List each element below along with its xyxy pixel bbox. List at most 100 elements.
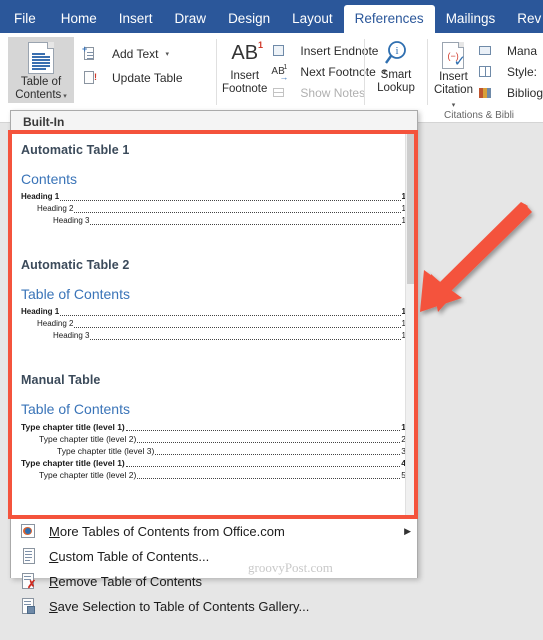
add-text-icon: + bbox=[82, 44, 98, 63]
add-text-label: Add Text bbox=[112, 46, 159, 61]
gallery-item-spacer bbox=[19, 352, 408, 370]
gallery-item[interactable]: Automatic Table 1 Contents Heading 1 1 Headi… bbox=[19, 140, 408, 233]
toc-row-text: Type chapter title (level 1) bbox=[21, 422, 125, 432]
table-of-contents-icon bbox=[28, 42, 54, 74]
citation-style-button[interactable]: Style: bbox=[478, 61, 543, 82]
toc-preview-row: Type chapter title (level 3) 3 bbox=[21, 445, 406, 457]
chevron-down-icon[interactable]: ▾ bbox=[61, 93, 67, 100]
toc-row-leader bbox=[90, 217, 401, 225]
menu-item-label: Remove Table of Contents bbox=[49, 574, 202, 589]
remove-toc-icon: ✗ bbox=[19, 572, 39, 592]
toc-row-leader bbox=[137, 471, 401, 479]
insert-citation-label-line1: Insert bbox=[439, 71, 468, 83]
citation-style-label: Style: bbox=[506, 64, 537, 79]
toc-preview-row: Type chapter title (level 1) 4 bbox=[21, 457, 406, 469]
svg-text:i: i bbox=[395, 45, 398, 57]
smart-lookup-icon: i bbox=[385, 41, 406, 64]
insert-citation-button[interactable]: (−) ✓ Insert Citation ▾ bbox=[432, 37, 475, 112]
bibliography-label: Bibliog bbox=[506, 85, 543, 100]
menu-item-label: Save Selection to Table of Contents Gall… bbox=[49, 599, 310, 614]
gallery-item-title: Automatic Table 2 bbox=[21, 258, 130, 272]
menu-item-remove-toc[interactable]: ✗ Remove Table of Contents bbox=[11, 569, 417, 594]
insert-footnote-label-line1: Insert bbox=[230, 70, 260, 82]
toc-preview-heading: Table of Contents bbox=[21, 286, 130, 302]
tab-draw[interactable]: Draw bbox=[164, 5, 218, 33]
chevron-right-icon: ▶ bbox=[404, 526, 411, 536]
tab-design[interactable]: Design bbox=[217, 5, 281, 33]
chevron-down-icon[interactable]: ▾ bbox=[452, 102, 456, 109]
word-window: File Home Insert Draw Design Layout Refe… bbox=[0, 0, 543, 640]
manage-sources-label: Mana bbox=[506, 43, 537, 58]
menu-item-save-toc[interactable]: Save Selection to Table of Contents Gall… bbox=[11, 594, 417, 619]
tab-insert[interactable]: Insert bbox=[108, 5, 164, 33]
tab-references[interactable]: References bbox=[343, 5, 435, 33]
add-text-button[interactable]: + Add Text ▾ bbox=[82, 43, 183, 64]
tab-review[interactable]: Rev bbox=[506, 5, 543, 33]
insert-endnote-icon bbox=[271, 43, 286, 58]
gallery-scrollbar-thumb[interactable] bbox=[407, 134, 417, 284]
toc-row-leader bbox=[90, 332, 401, 340]
toc-preview-row: Heading 11 bbox=[21, 191, 406, 203]
save-toc-icon bbox=[19, 597, 39, 617]
toc-row-text: Heading 2 bbox=[37, 204, 74, 213]
manage-sources-icon bbox=[478, 43, 493, 58]
toc-button-label-line2: Contents bbox=[15, 89, 62, 101]
ab-glyph: AB bbox=[231, 42, 259, 64]
toc-row-leader bbox=[60, 193, 401, 201]
gallery-item-title: Automatic Table 1 bbox=[21, 143, 130, 157]
chevron-down-icon[interactable]: ▾ bbox=[165, 50, 169, 58]
right-background bbox=[418, 123, 543, 640]
bibliography-button[interactable]: Bibliog bbox=[478, 82, 543, 103]
gallery-scrollbar[interactable] bbox=[405, 134, 417, 516]
insert-footnote-button[interactable]: AB 1 Insert Footnote bbox=[222, 37, 267, 96]
tab-mailings[interactable]: Mailings bbox=[435, 5, 507, 33]
toc-preview-row: Type chapter title (level 1) 1 bbox=[21, 421, 406, 433]
toc-preview-row: Heading 11 bbox=[21, 306, 406, 318]
toc-row-text: Heading 3 bbox=[53, 331, 90, 340]
show-notes-label: Show Notes bbox=[300, 85, 366, 100]
toc-button-label-line1: Table of bbox=[20, 76, 62, 88]
toc-preview-row: Heading 21 bbox=[21, 318, 406, 330]
toc-row-text: Heading 2 bbox=[37, 319, 74, 328]
menu-item-label: More Tables of Contents from Office.com bbox=[49, 524, 285, 539]
toc-row-text: Heading 3 bbox=[53, 216, 90, 225]
office-online-icon bbox=[19, 522, 39, 542]
tab-file[interactable]: File bbox=[0, 5, 50, 33]
citations-group-label: Citations & Bibli bbox=[444, 110, 515, 121]
update-table-button[interactable]: ! Update Table bbox=[82, 67, 183, 88]
update-table-icon: ! bbox=[82, 69, 98, 87]
footnote-ab-icon: AB 1 bbox=[231, 40, 264, 64]
next-footnote-icon: AB 1 → bbox=[271, 64, 289, 82]
gallery-item-spacer bbox=[19, 237, 408, 255]
watermark: groovyPost.com bbox=[248, 560, 333, 575]
gallery-scroll-area[interactable]: Automatic Table 1 Contents Heading 1 1 Headi… bbox=[11, 134, 418, 516]
custom-toc-icon bbox=[19, 547, 39, 567]
tab-home[interactable]: Home bbox=[50, 5, 108, 33]
toc-row-text: Heading 1 bbox=[21, 192, 60, 201]
ribbon-group-citations: (−) ✓ Insert Citation ▾ Mana Style: Bibl… bbox=[432, 33, 543, 123]
insert-citation-icon: (−) ✓ bbox=[442, 42, 466, 69]
manage-sources-button[interactable]: Mana bbox=[478, 40, 543, 61]
toc-preview-row: Heading 31 bbox=[21, 330, 406, 342]
smart-lookup-button[interactable]: i Smart Lookup bbox=[368, 33, 424, 95]
menu-item-custom-toc[interactable]: Custom Table of Contents... bbox=[11, 544, 417, 569]
toc-row-text: Heading 1 bbox=[21, 307, 60, 316]
show-notes-icon bbox=[271, 85, 286, 100]
toc-menu-list: More Tables of Contents from Office.com ▶… bbox=[11, 516, 417, 614]
tab-layout[interactable]: Layout bbox=[281, 5, 344, 33]
toc-preview-heading: Table of Contents bbox=[21, 401, 130, 417]
menu-item-label: Custom Table of Contents... bbox=[49, 549, 210, 564]
toc-row-leader bbox=[125, 423, 401, 431]
menu-item-office-online[interactable]: More Tables of Contents from Office.com ▶ bbox=[11, 519, 417, 544]
toc-row-leader bbox=[60, 308, 401, 316]
gallery-item[interactable]: Manual Table Table of Contents Type chapte… bbox=[19, 370, 408, 487]
toc-preview-row: Heading 31 bbox=[21, 215, 406, 227]
citation-style-icon bbox=[478, 64, 493, 79]
insert-footnote-label-line2: Footnote bbox=[222, 83, 268, 95]
toc-preview-row: Heading 21 bbox=[21, 203, 406, 215]
toc-preview-row: Type chapter title (level 2) 5 bbox=[21, 469, 406, 481]
toc-row-leader bbox=[125, 459, 401, 467]
table-of-contents-button[interactable]: Table of Contents ▾ bbox=[8, 37, 74, 103]
gallery-item[interactable]: Automatic Table 2 Table of Contents Headin… bbox=[19, 255, 408, 348]
toc-row-leader bbox=[155, 447, 401, 455]
